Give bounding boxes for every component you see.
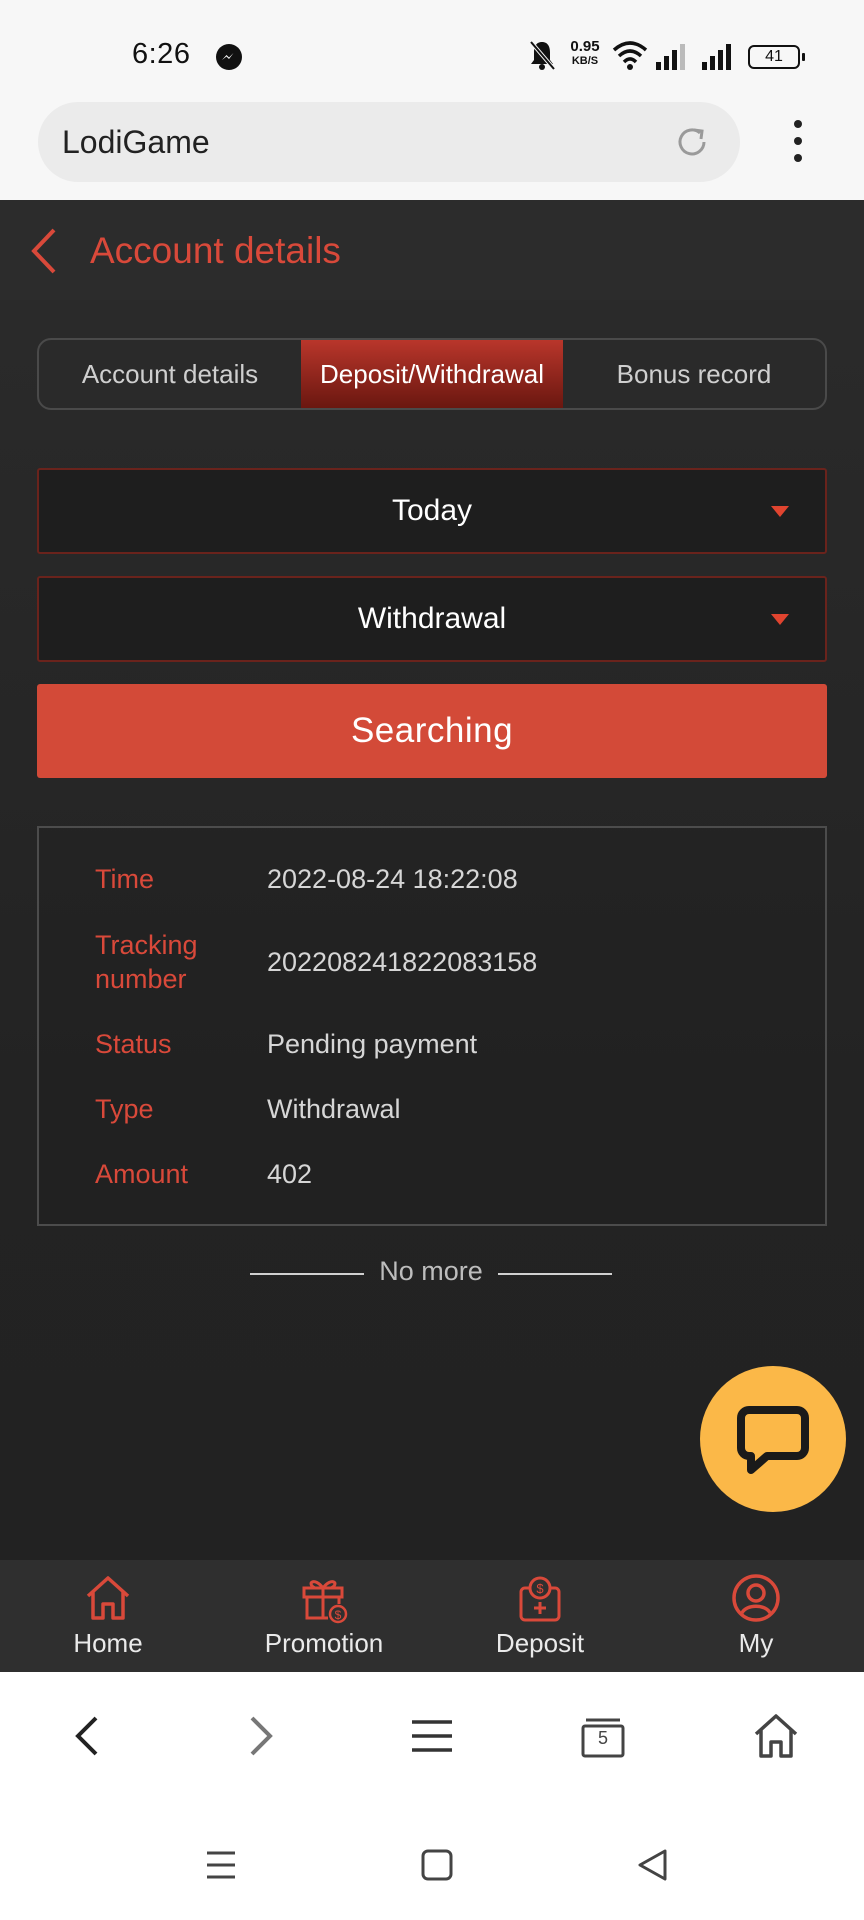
nav-my-label: My	[738, 1628, 774, 1658]
caret-down-icon	[771, 506, 789, 517]
battery-level: 41	[765, 48, 783, 65]
signal-icon	[702, 44, 731, 70]
battery-icon: 41	[748, 45, 805, 69]
time-label: Time	[95, 864, 154, 894]
type-label: Type	[95, 1094, 154, 1124]
signal-icon	[656, 44, 685, 70]
caret-down-icon	[771, 614, 789, 625]
record-tabs: Account details Deposit/Withdrawal Bonus…	[37, 338, 827, 410]
address-bar[interactable]: LodiGame	[38, 102, 740, 182]
tab-bonus-record[interactable]: Bonus record	[563, 340, 825, 408]
home-button-icon[interactable]	[420, 1848, 454, 1882]
gift-icon: $	[302, 1580, 348, 1624]
svg-text:$: $	[536, 1581, 544, 1596]
back-arrow-icon[interactable]	[28, 226, 64, 276]
browser-menu-icon[interactable]	[410, 1712, 454, 1760]
time-value: 2022-08-24 18:22:08	[267, 864, 518, 894]
browser-toolbar: LodiGame	[0, 96, 864, 200]
nav-promotion-label: Promotion	[264, 1628, 384, 1658]
amount-label: Amount	[95, 1159, 189, 1189]
tracking-label: Tracking number	[95, 930, 198, 994]
deposit-icon: $	[519, 1576, 561, 1622]
date-range-select[interactable]: Today	[37, 468, 827, 554]
net-speed-unit: KB/S	[571, 55, 599, 67]
net-speed-value: 0.95	[570, 38, 600, 55]
list-end-indicator: No more	[250, 1254, 612, 1294]
tab-account-details[interactable]: Account details	[39, 340, 301, 408]
date-range-value: Today	[391, 494, 473, 527]
page-title: Account details	[90, 230, 341, 271]
browser-forward-icon[interactable]	[240, 1712, 280, 1760]
home-icon	[86, 1576, 130, 1620]
status-bar: 6:26 0.95 KB/S 41	[0, 0, 864, 96]
nav-home-label: Home	[73, 1628, 143, 1658]
wifi-icon	[612, 41, 648, 70]
browser-back-icon[interactable]	[68, 1712, 108, 1760]
nav-deposit[interactable]: $ Deposit	[432, 1560, 648, 1672]
svg-text:$: $	[335, 1608, 342, 1622]
net-speed: 0.95 KB/S	[565, 38, 605, 68]
status-label: Status	[95, 1029, 172, 1059]
divider-right	[498, 1273, 612, 1275]
messenger-icon	[216, 44, 242, 70]
transaction-type-select[interactable]: Withdrawal	[37, 576, 827, 662]
bell-off-icon	[529, 40, 556, 71]
status-value: Pending payment	[267, 1029, 478, 1059]
chat-bubble-icon	[737, 1406, 809, 1474]
recent-apps-icon[interactable]	[204, 1848, 238, 1882]
reload-icon[interactable]	[672, 122, 712, 162]
search-button[interactable]: Searching	[37, 684, 827, 778]
user-icon	[732, 1574, 780, 1622]
browser-nav-bar: 5	[0, 1672, 864, 1798]
status-time: 6:26	[132, 38, 191, 70]
page-content: Account details Account details Deposit/…	[0, 200, 864, 1672]
bottom-nav: Home $ Promotion $ Deposit My	[0, 1560, 864, 1672]
nav-home[interactable]: Home	[0, 1560, 216, 1672]
back-button-icon[interactable]	[636, 1848, 670, 1882]
nav-deposit-label: Deposit	[495, 1628, 585, 1658]
live-chat-button[interactable]	[700, 1366, 846, 1512]
tab-deposit-withdrawal[interactable]: Deposit/Withdrawal	[301, 340, 563, 408]
address-text: LodiGame	[62, 124, 210, 160]
amount-value: 402	[267, 1159, 313, 1189]
transaction-record: Time 2022-08-24 18:22:08 Tracking number…	[37, 826, 827, 1226]
tracking-value: 202208241822083158	[267, 947, 538, 977]
tab-count: 5	[597, 1728, 608, 1748]
no-more-text: No more	[379, 1256, 483, 1286]
more-menu-icon[interactable]	[788, 120, 808, 166]
transaction-type-value: Withdrawal	[357, 602, 507, 635]
browser-home-icon[interactable]	[752, 1712, 800, 1760]
system-nav-bar	[0, 1798, 864, 1920]
page-header: Account details	[0, 200, 864, 300]
nav-my[interactable]: My	[648, 1560, 864, 1672]
nav-promotion[interactable]: $ Promotion	[216, 1560, 432, 1672]
type-value: Withdrawal	[267, 1094, 401, 1124]
